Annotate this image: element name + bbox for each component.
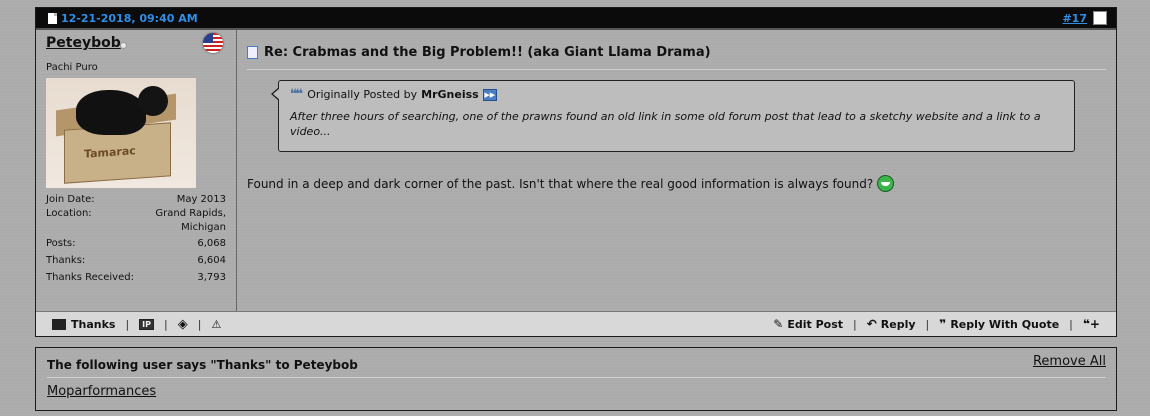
username-link[interactable]: Peteybob bbox=[46, 35, 121, 51]
user-info-panel: Peteybob Pachi Puro Tamarac Join Date: M… bbox=[36, 30, 237, 313]
post-message: Found in a deep and dark corner of the p… bbox=[247, 175, 895, 192]
post-header: 12-21-2018, 09:40 AM #17 bbox=[36, 8, 1116, 30]
stat-label: Posts: bbox=[46, 238, 76, 249]
thanks-button[interactable]: Thanks bbox=[52, 318, 115, 331]
stat-label: Join Date: bbox=[46, 194, 95, 205]
thanks-header: The following user says "Thanks" to Pete… bbox=[47, 358, 358, 372]
post-date: 12-21-2018, 09:40 AM bbox=[48, 12, 198, 25]
document-icon bbox=[48, 12, 57, 24]
stat-thanks: Thanks: 6,604 bbox=[46, 254, 226, 268]
reply-with-quote-label: Reply With Quote bbox=[950, 317, 1060, 331]
quote-header: ❝❝ Originally Posted by MrGneiss ▶▶ bbox=[290, 87, 497, 102]
remove-all-link[interactable]: Remove All bbox=[1033, 354, 1106, 369]
stat-thanks-received: Thanks Received: 3,793 bbox=[46, 271, 226, 285]
separator: | bbox=[164, 317, 168, 331]
separator: | bbox=[1069, 317, 1073, 331]
stat-location: Location: Grand Rapids, Michigan bbox=[46, 207, 226, 235]
reply-with-quote-button[interactable]: ❞ Reply With Quote bbox=[939, 317, 1059, 331]
multi-quote-icon: ❝+ bbox=[1082, 317, 1100, 331]
us-flag-icon bbox=[203, 33, 223, 53]
stat-value: 6,068 bbox=[197, 238, 226, 249]
post-date-text: 12-21-2018, 09:40 AM bbox=[61, 11, 198, 25]
stat-join-date: Join Date: May 2013 bbox=[46, 193, 226, 207]
cat-body bbox=[76, 90, 146, 135]
post-title-text: Re: Crabmas and the Big Problem!! (aka G… bbox=[264, 45, 711, 60]
separator: | bbox=[197, 317, 202, 331]
quote-bubble-icon: ❞ bbox=[939, 317, 947, 331]
user-title: Pachi Puro bbox=[46, 62, 98, 73]
separator: | bbox=[125, 317, 130, 331]
select-post-checkbox[interactable] bbox=[1093, 11, 1107, 25]
infraction-icon[interactable]: ◈ bbox=[178, 317, 188, 332]
post-document-icon bbox=[247, 46, 258, 59]
avatar[interactable]: Tamarac bbox=[46, 78, 196, 188]
thanks-box: The following user says "Thanks" to Pete… bbox=[35, 347, 1117, 411]
thanks-label: Thanks bbox=[71, 317, 116, 331]
pencil-icon: ✎ bbox=[773, 317, 784, 331]
stat-value: Grand Rapids, Michigan bbox=[155, 208, 226, 233]
big-grin-icon bbox=[877, 175, 895, 192]
view-post-icon[interactable]: ▶▶ bbox=[482, 88, 497, 101]
title-divider bbox=[247, 69, 1106, 70]
ip-icon[interactable]: IP bbox=[139, 318, 155, 330]
post-actions-bar: Thanks | IP | ◈ | ⚠ ✎ Edit Post | ↶ Repl… bbox=[36, 311, 1116, 336]
quote-prefix: Originally Posted by bbox=[307, 88, 418, 101]
post-message-text: Found in a deep and dark corner of the p… bbox=[247, 176, 874, 191]
separator: | bbox=[925, 317, 930, 331]
stat-posts: Posts: 6,068 bbox=[46, 237, 226, 251]
post-number-link[interactable]: #17 bbox=[1062, 12, 1087, 25]
post-container: 12-21-2018, 09:40 AM #17 Peteybob Pachi … bbox=[35, 7, 1117, 337]
multi-quote-button[interactable]: ❝+ bbox=[1083, 317, 1104, 331]
post-title: Re: Crabmas and the Big Problem!! (aka G… bbox=[247, 45, 711, 60]
user-stats: Join Date: May 2013 Location: Grand Rapi… bbox=[46, 193, 226, 285]
quote-author: MrGneiss bbox=[421, 88, 479, 101]
stat-value: May 2013 bbox=[176, 194, 226, 205]
thanks-user-link[interactable]: Moparformances bbox=[47, 384, 156, 399]
reply-arrow-icon: ↶ bbox=[866, 317, 877, 331]
quote-block: ❝❝ Originally Posted by MrGneiss ▶▶ Afte… bbox=[271, 80, 1075, 152]
thanks-divider bbox=[47, 377, 1106, 378]
report-warning-icon[interactable]: ⚠ bbox=[211, 318, 221, 331]
post-content: Re: Crabmas and the Big Problem!! (aka G… bbox=[237, 30, 1116, 313]
edit-post-label: Edit Post bbox=[787, 317, 844, 331]
quote-icon: ❝❝ bbox=[290, 87, 303, 102]
edit-post-button[interactable]: ✎ Edit Post bbox=[773, 317, 843, 331]
quote-text: After three hours of searching, one of t… bbox=[290, 110, 1041, 138]
stat-label: Location: bbox=[46, 208, 92, 219]
stat-value: 3,793 bbox=[197, 272, 226, 283]
thumbs-up-icon bbox=[52, 318, 66, 330]
reply-label: Reply bbox=[880, 317, 916, 331]
stat-label: Thanks Received: bbox=[46, 272, 134, 283]
separator: | bbox=[853, 317, 857, 331]
offline-status-icon bbox=[120, 42, 127, 49]
stat-label: Thanks: bbox=[46, 255, 86, 266]
cat-head bbox=[138, 86, 168, 116]
stat-value: 6,604 bbox=[197, 255, 226, 266]
reply-button[interactable]: ↶ Reply bbox=[867, 317, 916, 331]
